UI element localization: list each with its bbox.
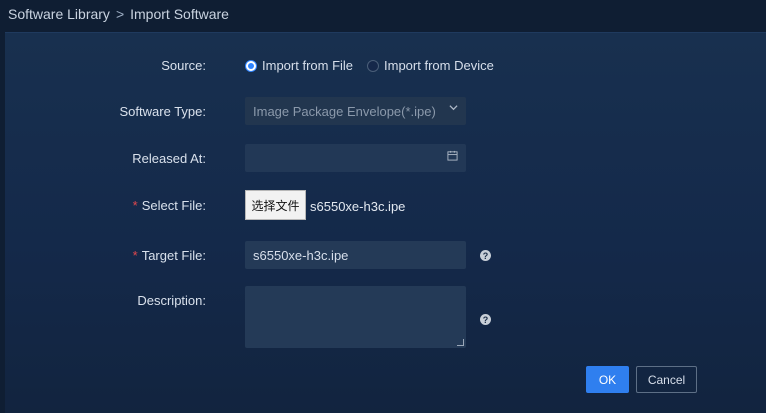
software-type-row: Software Type: Image Package Envelope(*.… bbox=[5, 97, 766, 125]
import-software-form: Source: Import from File Import from Dev… bbox=[5, 32, 766, 413]
select-file-row: * Select File: 选择文件 s6550xe-h3c.ipe bbox=[5, 190, 766, 220]
description-label: Description: bbox=[137, 293, 206, 308]
radio-import-from-file-label: Import from File bbox=[262, 58, 354, 73]
target-file-label-text: Target File: bbox=[141, 248, 206, 263]
radio-import-from-file[interactable]: Import from File bbox=[245, 58, 353, 73]
released-at-date-input[interactable] bbox=[245, 144, 466, 172]
help-icon[interactable]: ? bbox=[480, 314, 491, 325]
cancel-button[interactable]: Cancel bbox=[636, 366, 697, 393]
help-icon[interactable]: ? bbox=[480, 250, 491, 261]
released-at-row: Released At: bbox=[5, 144, 766, 172]
description-row: Description: ? bbox=[5, 286, 766, 348]
ok-button[interactable]: OK bbox=[586, 366, 629, 393]
breadcrumb-software-library[interactable]: Software Library bbox=[8, 6, 110, 22]
released-at-label: Released At: bbox=[132, 151, 206, 166]
radio-unselected-icon[interactable] bbox=[367, 59, 380, 72]
description-textarea[interactable] bbox=[245, 286, 466, 348]
calendar-icon[interactable] bbox=[447, 150, 458, 164]
breadcrumb-import-software: Import Software bbox=[130, 6, 229, 22]
target-file-value: s6550xe-h3c.ipe bbox=[253, 247, 349, 263]
source-radio-group: Import from File Import from Device bbox=[245, 58, 508, 73]
radio-selected-icon[interactable] bbox=[245, 59, 257, 72]
resize-handle-icon[interactable] bbox=[457, 339, 464, 346]
source-row: Source: Import from File Import from Dev… bbox=[5, 57, 766, 75]
software-type-label: Software Type: bbox=[119, 104, 206, 119]
radio-import-from-device[interactable]: Import from Device bbox=[367, 58, 494, 73]
target-file-row: * Target File: s6550xe-h3c.ipe ? bbox=[5, 241, 766, 269]
select-file-label-text: Select File: bbox=[141, 198, 206, 213]
target-file-label: * Target File: bbox=[133, 248, 206, 263]
target-file-input[interactable]: s6550xe-h3c.ipe bbox=[245, 241, 466, 269]
breadcrumb: Software Library > Import Software bbox=[8, 5, 229, 23]
breadcrumb-separator: > bbox=[115, 6, 125, 22]
software-type-select[interactable]: Image Package Envelope(*.ipe) bbox=[245, 97, 466, 125]
required-mark: * bbox=[132, 198, 138, 213]
radio-import-from-device-label: Import from Device bbox=[384, 58, 494, 73]
required-mark: * bbox=[132, 248, 138, 263]
selected-filename: s6550xe-h3c.ipe bbox=[310, 199, 406, 214]
software-type-value: Image Package Envelope(*.ipe) bbox=[253, 103, 436, 119]
source-label: Source: bbox=[161, 58, 206, 73]
chevron-down-icon bbox=[449, 103, 458, 115]
select-file-label: * Select File: bbox=[133, 198, 206, 213]
choose-file-button[interactable]: 选择文件 bbox=[245, 190, 306, 220]
